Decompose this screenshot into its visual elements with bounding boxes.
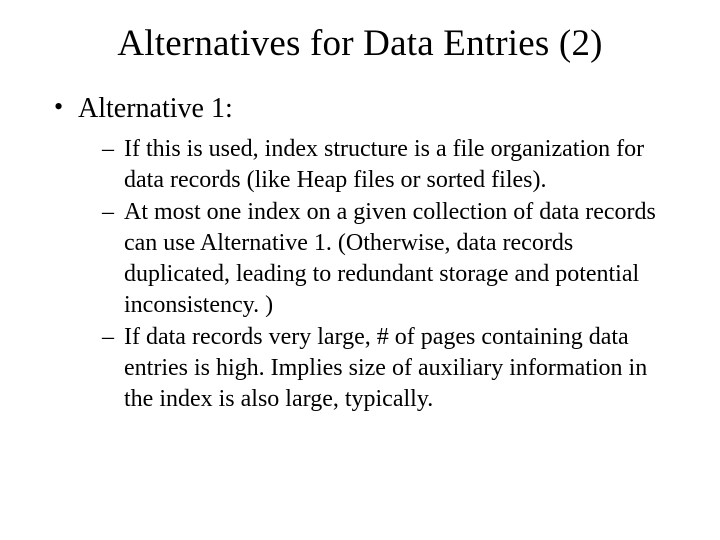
- bullet-item-alternative-1: Alternative 1: If this is used, index st…: [52, 91, 676, 414]
- slide-title: Alternatives for Data Entries (2): [44, 22, 676, 65]
- bullet-label: Alternative 1:: [78, 93, 233, 124]
- bullet-list: Alternative 1: If this is used, index st…: [44, 91, 676, 414]
- sub-item: At most one index on a given collection …: [102, 197, 676, 320]
- slide: Alternatives for Data Entries (2) Altern…: [0, 0, 720, 540]
- sub-item: If this is used, index structure is a fi…: [102, 134, 676, 195]
- sub-item: If data records very large, # of pages c…: [102, 322, 676, 414]
- sub-list: If this is used, index structure is a fi…: [78, 134, 676, 414]
